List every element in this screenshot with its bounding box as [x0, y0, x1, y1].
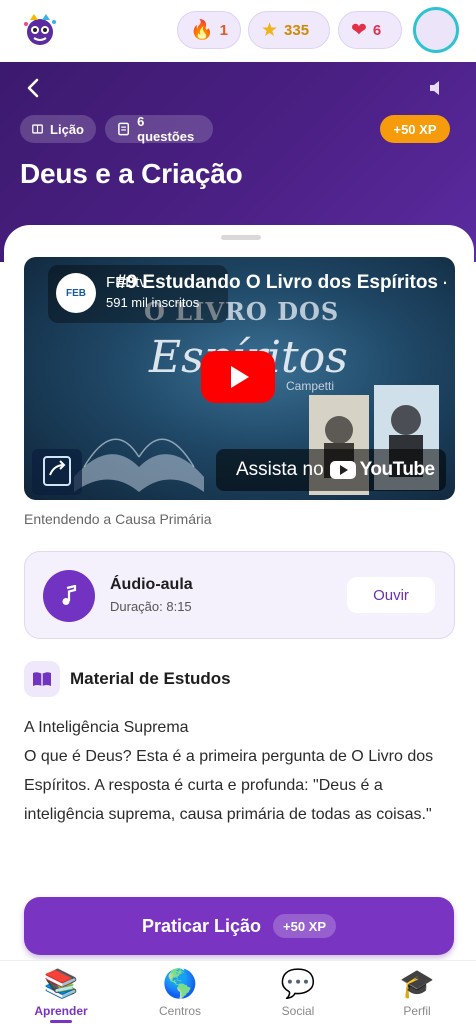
xp-badge: +50 XP — [380, 115, 450, 143]
drag-handle[interactable] — [221, 235, 261, 240]
music-note-icon — [43, 570, 95, 622]
stars-value: 335 — [284, 21, 310, 39]
listen-button[interactable]: Ouvir — [347, 577, 435, 613]
audio-duration: Duração: 8:15 — [110, 599, 192, 614]
back-arrow-icon[interactable] — [22, 76, 46, 100]
video-title[interactable]: #9 Estudando O Livro dos Espíritos - — [116, 272, 446, 294]
video-caption: Entendendo a Causa Primária — [24, 511, 212, 527]
fire-icon: 🔥 — [190, 18, 214, 41]
nav-label-aprender: Aprender — [34, 1004, 88, 1018]
lesson-type-label: Lição — [50, 121, 84, 137]
youtube-play-icon — [329, 461, 356, 479]
books-icon: 📚 — [43, 967, 79, 1000]
app-logo — [24, 14, 56, 45]
star-icon: ★ — [261, 18, 279, 41]
globe-icon: 🌎 — [162, 967, 198, 1000]
youtube-wordmark: YouTube — [359, 459, 435, 480]
lives-counter[interactable]: ❤ 6 — [338, 11, 402, 49]
page-title: Deus e a Criação — [20, 158, 243, 189]
material-subtitle: A Inteligência Suprema — [24, 719, 189, 736]
watch-label: Assista no — [236, 459, 324, 480]
nav-item-perfil[interactable]: 🎓 Perfil — [372, 967, 462, 1023]
practice-xp-badge: +50 XP — [273, 914, 337, 938]
material-body: A Inteligência Suprema O que é Deus? Est… — [24, 713, 460, 829]
top-bar: 🔥 1 ★ 335 ❤ 6 — [0, 0, 476, 62]
questions-icon — [118, 122, 130, 136]
speaker-icon[interactable] — [427, 78, 447, 98]
nav-item-centros[interactable]: 🌎 Centros — [135, 967, 225, 1023]
avatar[interactable] — [413, 7, 459, 53]
graduation-cap-icon: 🎓 — [399, 967, 435, 1000]
stars-counter[interactable]: ★ 335 — [248, 11, 330, 49]
nav-item-social[interactable]: 💬 Social — [253, 967, 343, 1023]
material-heading: Material de Estudos — [70, 669, 231, 688]
open-book-illustration — [74, 438, 204, 492]
nav-item-aprender[interactable]: 📚 Aprender — [16, 967, 106, 1023]
youtube-logo: YouTube — [329, 459, 435, 481]
play-icon — [231, 366, 249, 388]
lesson-type-chip: Lição — [20, 115, 96, 143]
lives-value: 6 — [372, 21, 382, 39]
nav-label-perfil: Perfil — [403, 1004, 431, 1018]
nav-label-social: Social — [281, 1004, 315, 1018]
speech-bubble-icon: 💬 — [280, 967, 316, 1000]
streak-counter[interactable]: 🔥 1 — [177, 11, 241, 49]
active-indicator — [50, 1020, 72, 1023]
practice-label: Praticar Lição — [141, 915, 262, 936]
heart-icon: ❤ — [351, 18, 367, 41]
streak-value: 1 — [219, 21, 229, 39]
questions-label: 6 questões — [137, 114, 195, 144]
share-icon[interactable] — [32, 449, 82, 495]
audio-title: Áudio-aula — [110, 576, 193, 593]
play-button[interactable] — [201, 351, 275, 403]
audio-lesson-card: Áudio-aula Duração: 8:15 Ouvir — [24, 551, 455, 639]
material-text: O que é Deus? Esta é a primeira pergunta… — [24, 748, 434, 823]
channel-logo[interactable]: FEB — [56, 273, 96, 313]
practice-lesson-button[interactable]: Praticar Lição +50 XP — [24, 897, 454, 955]
questions-chip: 6 questões — [105, 114, 213, 144]
lesson-sheet: O LIVRO DOS Espíritos Campetti FEB FEBtv… — [4, 225, 474, 925]
open-book-icon — [24, 661, 60, 697]
bottom-navigation: 📚 Aprender 🌎 Centros 💬 Social 🎓 Perfil — [0, 960, 476, 1024]
channel-subscribers: 591 mil inscritos — [106, 295, 200, 310]
video-player[interactable]: O LIVRO DOS Espíritos Campetti FEB FEBtv… — [24, 257, 455, 500]
book-icon — [32, 124, 43, 134]
nav-label-centros: Centros — [158, 1004, 202, 1018]
watch-on-youtube-button[interactable]: Assista no YouTube — [216, 449, 446, 491]
